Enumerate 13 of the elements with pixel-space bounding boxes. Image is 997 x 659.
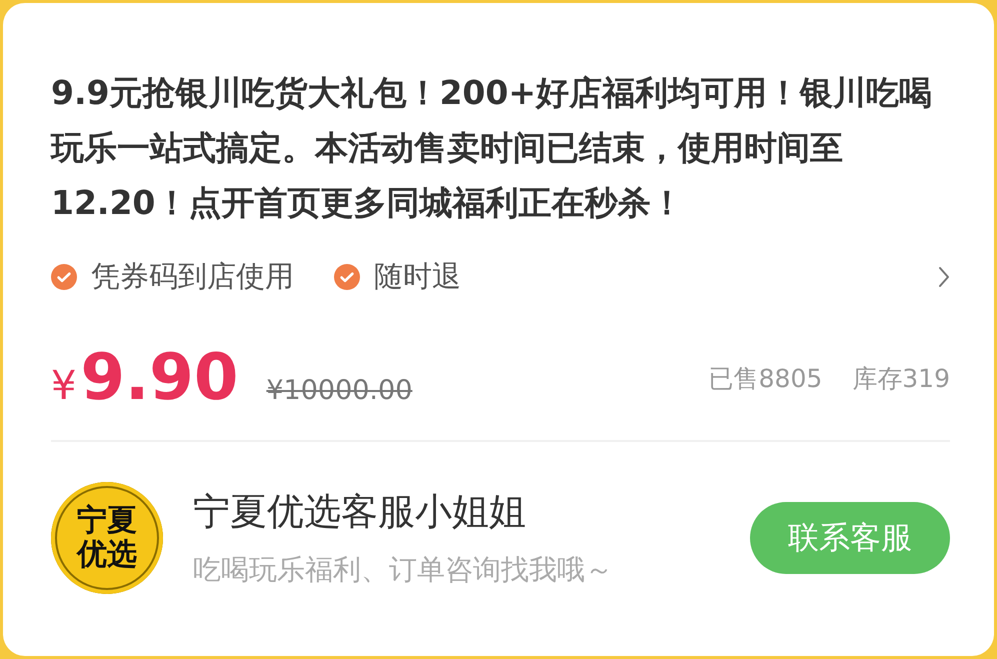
chevron-right-icon[interactable] [938,266,950,288]
service-subtitle: 吃喝玩乐福利、订单咨询找我哦～ [193,552,614,588]
logo-text: 宁夏优选 [76,504,138,572]
price: 9.90 [80,341,238,415]
feature-label: 随时退 [374,258,461,295]
sold-count: 已售8805 [708,362,822,394]
currency-symbol: ¥ [51,363,76,409]
product-title: 9.9元抢银川吃货大礼包！200+好店福利均可用！银川吃喝玩乐一站式搞定。本活动售卖时间已结束，使用时间至12.20！点开首页更多同城福利正在秒杀！ [51,72,933,224]
original-price: ¥10000.00 [266,375,412,406]
stock-count: 库存319 [852,362,950,394]
service-name: 宁夏优选客服小姐姐 [193,489,527,535]
contact-button[interactable]: 联系客服 [750,502,950,574]
feature-label: 凭券码到店使用 [91,258,294,295]
